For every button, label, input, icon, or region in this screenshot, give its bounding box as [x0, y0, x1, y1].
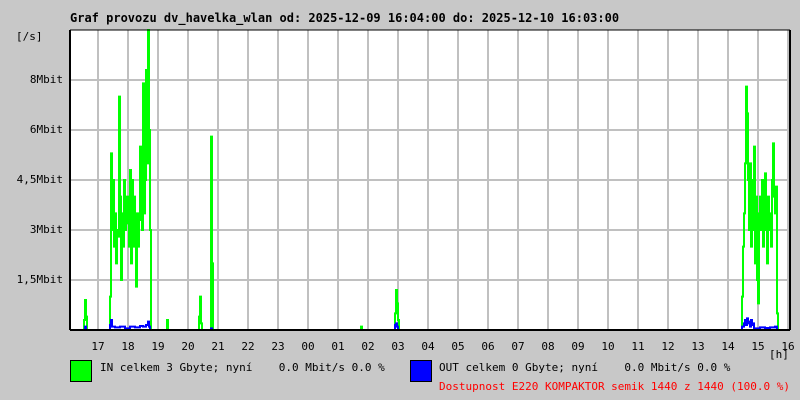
y-tick-label: 4,5Mbit	[16, 173, 63, 186]
legend-in-text: IN celkem 3 Gbyte; nyní 0.0 Mbit/s 0.0 %	[100, 361, 385, 374]
x-tick-label: 22	[241, 340, 255, 353]
x-tick-label: 14	[721, 340, 735, 353]
x-tick-label: 23	[271, 340, 285, 353]
x-tick-label: 06	[481, 340, 495, 353]
x-tick-label: 01	[331, 340, 345, 353]
y-tick-label: 1,5Mbit	[16, 273, 63, 286]
legend-out-swatch	[410, 360, 432, 382]
x-tick-label: 04	[421, 340, 435, 353]
y-tick-label: 3Mbit	[29, 223, 63, 236]
legend-out-text: OUT celkem 0 Gbyte; nyní 0.0 Mbit/s 0.0 …	[439, 361, 731, 374]
legend-in-swatch	[70, 360, 92, 382]
x-tick-label: 09	[571, 340, 585, 353]
x-tick-label: 19	[151, 340, 165, 353]
x-tick-label: 16	[781, 340, 795, 353]
x-tick-label: 15	[751, 340, 765, 353]
x-tick-label: 03	[391, 340, 405, 353]
x-tick-label: 10	[601, 340, 615, 353]
x-tick-label: 21	[211, 340, 225, 353]
x-tick-label: 20	[181, 340, 195, 353]
y-tick-label: 8Mbit	[29, 73, 63, 86]
x-tick-label: 12	[661, 340, 675, 353]
x-tick-label: 00	[301, 340, 315, 353]
x-tick-label: 13	[691, 340, 705, 353]
x-tick-label: 07	[511, 340, 525, 353]
x-tick-label: 17	[91, 340, 105, 353]
y-tick-label: 6Mbit	[29, 123, 63, 136]
x-tick-label: 02	[361, 340, 375, 353]
x-tick-label: 18	[121, 340, 135, 353]
availability-text: Dostupnost E220 KOMPAKTOR semik 1440 z 1…	[439, 380, 790, 393]
x-tick-label: 08	[541, 340, 555, 353]
x-tick-label: 11	[631, 340, 645, 353]
x-tick-label: 05	[451, 340, 465, 353]
traffic-graph: Graf provozu dv_havelka_wlan od: 2025-12…	[0, 0, 800, 400]
